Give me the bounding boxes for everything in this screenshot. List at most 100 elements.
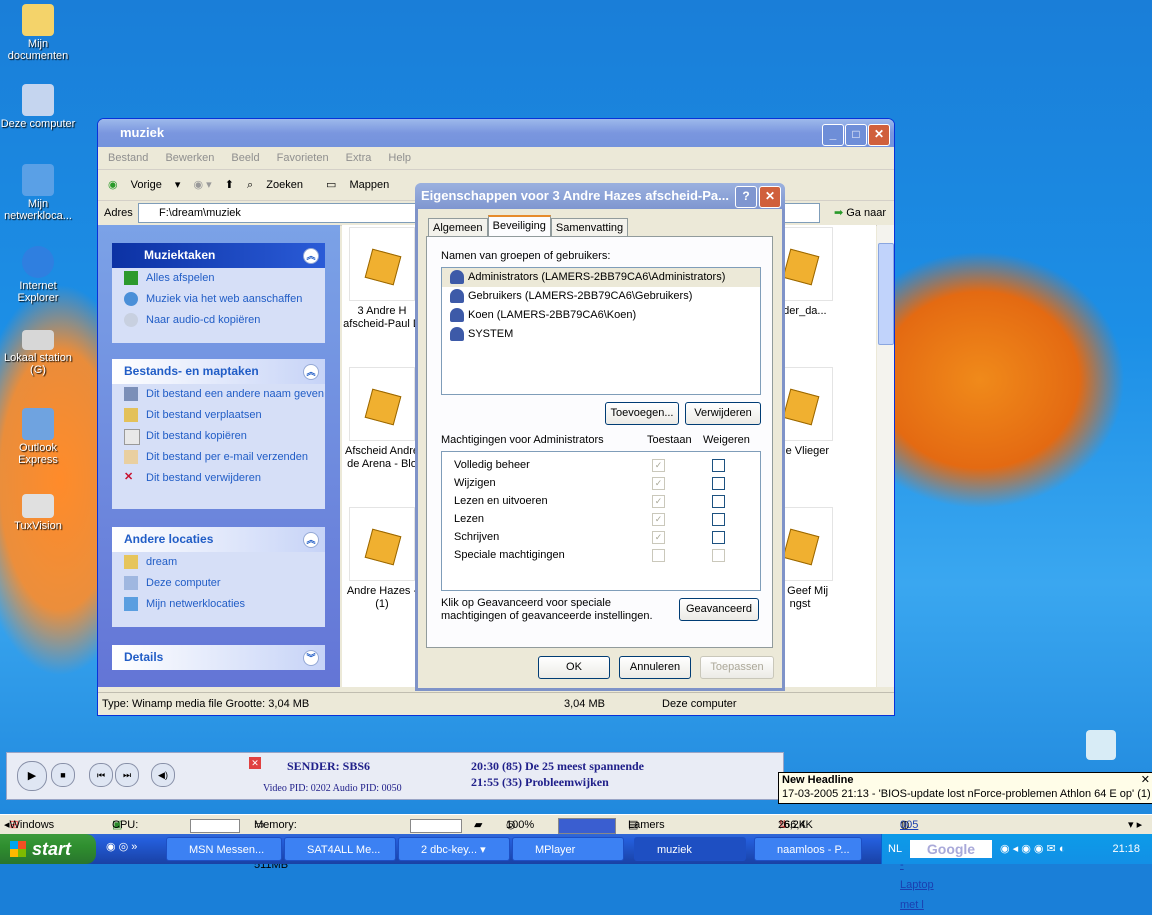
forward-button[interactable]: ◉ ▾ [194,179,212,191]
deny-checkbox[interactable] [712,531,725,544]
place-network[interactable]: Mijn netwerklocaties [112,594,325,615]
allow-checkbox[interactable]: ✓ [652,459,665,472]
deny-checkbox[interactable] [712,513,725,526]
cancel-button[interactable]: Annuleren [619,656,691,679]
menu-help[interactable]: Help [388,152,411,164]
deny-checkbox[interactable] [712,549,725,562]
desktop-icon-documents[interactable]: Mijn documenten [0,4,76,62]
task-move[interactable]: Dit bestand verplaatsen [112,405,325,426]
task-delete[interactable]: ✕ Dit bestand verwijderen [112,468,325,489]
menu-file[interactable]: Bestand [108,152,148,164]
menu-tools[interactable]: Extra [346,152,372,164]
task-rename[interactable]: Dit bestand een andere naam geven [112,384,325,405]
task-copy[interactable]: Dit bestand kopiëren [112,426,325,447]
news-close-icon[interactable]: ✕ [1141,773,1150,787]
tray-menu-arrow-icon[interactable]: ▾ ▸ [1128,815,1142,835]
goto-button[interactable]: ➡ Ga naar [834,201,886,225]
taskbar-item-sat4all[interactable]: SAT4ALL Me... [284,837,396,861]
desktop-icon-tuxvision[interactable]: TuxVision [0,494,76,532]
tab-general[interactable]: Algemeen [428,218,488,237]
user-row[interactable]: Gebruikers (LAMERS-2BB79CA6\Gebruikers) [442,287,760,306]
quicklaunch-icons[interactable]: ◉ ◎ » [106,840,137,853]
language-indicator[interactable]: NL [888,834,902,864]
disk-icon[interactable]: ▰ [474,815,482,835]
place-computer[interactable]: Deze computer [112,573,325,594]
task-email[interactable]: Dit bestand per e-mail verzenden [112,447,325,468]
menu-favorites[interactable]: Favorieten [277,152,329,164]
allow-checkbox[interactable]: ✓ [652,531,665,544]
volume-icon[interactable]: ◀) [151,763,175,787]
tab-summary[interactable]: Samenvatting [550,218,629,237]
menu-view[interactable]: Beeld [231,152,259,164]
menu-edit[interactable]: Bewerken [165,152,214,164]
prev-button[interactable]: ⏮ [89,763,113,787]
user-row[interactable]: SYSTEM [442,325,760,344]
allow-checkbox[interactable]: ✓ [652,513,665,526]
scroll-thumb[interactable] [878,243,894,345]
desktop-icon-network[interactable]: Mijn netwerkloca... [0,164,76,222]
allow-checkbox[interactable]: ✓ [652,477,665,490]
explorer-titlebar[interactable]: muziek _ □ ✕ [98,119,894,147]
desktop-icon-ie[interactable]: Internet Explorer [0,246,76,304]
task-buy-music[interactable]: Muziek via het web aanschaffen [112,289,325,310]
close-player-icon[interactable]: ✕ [249,757,261,769]
traffic-meter[interactable]: ⇅ 266,4K ↑ 6,2K [778,815,813,835]
add-button[interactable]: Toevoegen... [605,402,679,425]
file-item[interactable]: Andre Hazes - (1) [342,507,422,611]
user-row[interactable]: Koen (LAMERS-2BB79CA6\Koen) [442,306,760,325]
deny-checkbox[interactable] [712,495,725,508]
place-dream[interactable]: dream [112,552,325,573]
desktop-icon-drive[interactable]: Lokaal station (G) [0,330,76,376]
taskbar-item-dbc-key[interactable]: 2 dbc-key... ▾ [398,837,510,861]
music-tasks-header[interactable]: Muziektaken ︽ [112,243,325,268]
desktop-icon-outlook[interactable]: Outlook Express [0,408,76,466]
collapse-chevron-icon[interactable]: ︽ [303,532,319,548]
apply-button[interactable]: Toepassen [700,656,774,679]
play-button[interactable]: ▶ [17,761,47,791]
tab-security[interactable]: Beveiliging [487,215,551,237]
help-button[interactable]: ? [735,186,757,208]
folders-button[interactable]: ▭ Mappen [326,179,399,191]
remove-button[interactable]: Verwijderen [685,402,761,425]
taskbar-item-muziek[interactable]: muziek [634,837,746,861]
other-places-header[interactable]: Andere locaties ︽ [112,527,325,552]
file-item[interactable]: 3 Andre H afscheid-Paul D [342,227,422,331]
recycle-bin-icon[interactable] [1086,730,1116,760]
taskbar-item-msn[interactable]: MSN Messen... [166,837,282,861]
zoom-bar[interactable] [558,818,616,834]
allow-checkbox[interactable] [652,549,665,562]
file-tasks-header[interactable]: Bestands- en maptaken ︽ [112,359,325,384]
file-item[interactable]: Afscheid Andre de Arena - Blo [342,367,422,471]
stop-button[interactable]: ■ [51,763,75,787]
next-button[interactable]: ⏭ [115,763,139,787]
close-button[interactable]: ✕ [868,124,890,146]
allow-checkbox[interactable]: ✓ [652,495,665,508]
collapse-chevron-icon[interactable]: ︽ [303,248,319,264]
news-popup[interactable]: New Headline 17-03-2005 21:13 - 'BIOS-up… [778,772,1152,804]
collapse-chevron-icon[interactable]: ︽ [303,364,319,380]
expand-chevron-icon[interactable]: ︾ [303,650,319,666]
task-play-all[interactable]: Alles afspelen [112,268,325,289]
dialog-close-button[interactable]: ✕ [759,186,781,208]
google-search-box[interactable]: Google [910,840,992,858]
os-label[interactable]: ◂ ⊞ Windows XP [4,815,54,851]
users-list[interactable]: Administrators (LAMERS-2BB79CA6\Administ… [441,267,761,395]
maximize-button[interactable]: □ [845,124,867,146]
advanced-button[interactable]: Geavanceerd [679,598,759,621]
taskbar-item-mplayer[interactable]: MPlayer [512,837,624,861]
deny-checkbox[interactable] [712,459,725,472]
task-copy-to-cd[interactable]: Naar audio-cd kopiëren [112,310,325,331]
details-header[interactable]: Details ︾ [112,645,325,670]
user-row[interactable]: Administrators (LAMERS-2BB79CA6\Administ… [442,268,760,287]
tray-icons[interactable]: ◉ ◂ ◉ ◉ ✉ ◐ [1000,834,1065,864]
search-button[interactable]: ⌕ Zoeken [247,179,313,191]
dialog-titlebar[interactable]: Eigenschappen voor 3 Andre Hazes afschei… [415,183,785,209]
ok-button[interactable]: OK [538,656,610,679]
deny-checkbox[interactable] [712,477,725,490]
vertical-scrollbar[interactable] [877,225,894,687]
minimize-button[interactable]: _ [822,124,844,146]
up-folder-button[interactable]: ⬆ [225,179,234,191]
taskbar-item-paint[interactable]: naamloos - P... [754,837,862,861]
back-button[interactable]: ◉ Vorige ▾ [108,179,180,191]
start-button[interactable]: start [0,834,96,864]
